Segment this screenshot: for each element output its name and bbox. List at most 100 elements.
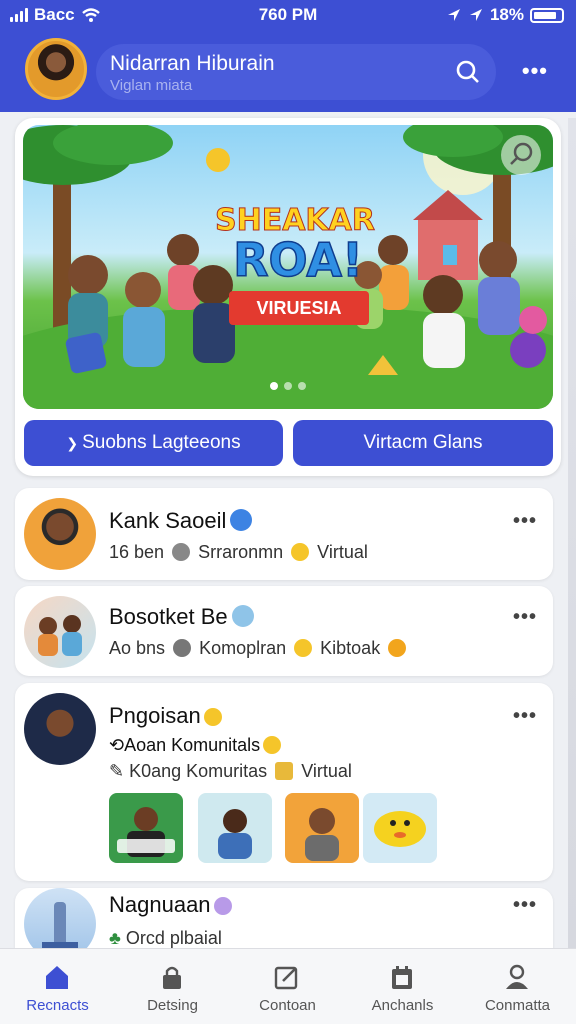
nav-label-home: Recnacts bbox=[26, 997, 89, 1014]
clock-icon bbox=[172, 543, 191, 561]
list-item[interactable]: Kank Saoeil 16 ben Srraronmn Virtual ••• bbox=[15, 488, 553, 580]
profile-name: Nidarran Hiburain bbox=[110, 52, 275, 75]
item-title-text: Kank Saoeil bbox=[109, 508, 227, 533]
item-line-2-mode: Virtual bbox=[301, 761, 352, 781]
battery-percent: 18% bbox=[489, 5, 524, 24]
avatar bbox=[24, 498, 96, 570]
virtacm-button[interactable]: Virtacm Glans bbox=[293, 420, 553, 466]
nav-label-anchanls: Anchanls bbox=[371, 997, 434, 1014]
user-avatar[interactable] bbox=[25, 38, 87, 100]
mask-icon bbox=[213, 897, 232, 915]
brush-icon bbox=[231, 605, 254, 627]
pencil-icon: ✎ bbox=[109, 761, 125, 781]
item-line-1: ⟲Aoan Komunitals bbox=[109, 735, 284, 756]
edit-icon bbox=[274, 966, 298, 990]
refresh-icon: ⟲ bbox=[109, 735, 125, 755]
banner-title-main: ROA! bbox=[232, 232, 363, 288]
suobns-button[interactable]: ❯ Suobns Lagteeons bbox=[24, 420, 283, 466]
photo-thumbnail-icon bbox=[305, 808, 339, 861]
nav-label-detsing: Detsing bbox=[147, 997, 198, 1014]
profile-subtitle: Viglan miata bbox=[110, 77, 193, 94]
item-line-2-text: K0ang Komuritas bbox=[129, 761, 268, 781]
item-meta-type: Komoplran bbox=[199, 638, 287, 658]
item-more-icon[interactable]: ••• bbox=[513, 510, 537, 533]
item-line-1-text: Aoan Komunitals bbox=[124, 735, 261, 755]
smile-icon bbox=[263, 736, 282, 754]
nav-item-anchanls[interactable]: Anchanls bbox=[345, 949, 460, 1024]
item-line-2: ✎ K0ang Komuritas Virtual bbox=[109, 761, 352, 782]
calendar-icon bbox=[392, 966, 412, 989]
bottom-nav: Recnacts Detsing Contoan Anchanls Conmat… bbox=[0, 948, 576, 1024]
virtacm-button-label: Virtacm Glans bbox=[363, 432, 483, 453]
zoom-button[interactable] bbox=[501, 135, 541, 175]
item-meta-mode: Virtual bbox=[317, 542, 368, 562]
video-thumbnail-icon bbox=[117, 807, 175, 857]
item-meta-count: 16 ben bbox=[109, 542, 165, 562]
group-photo-icon bbox=[38, 615, 82, 656]
item-more-icon[interactable]: ••• bbox=[513, 606, 537, 629]
magnify-icon bbox=[510, 142, 533, 165]
item-title-text: Nagnuaan bbox=[109, 892, 211, 917]
nav-label-contoan: Contoan bbox=[259, 997, 316, 1014]
featured-banner[interactable]: SHEAKAR ROA! VIRUESIA bbox=[23, 125, 553, 409]
nav-item-conmatta[interactable]: Conmatta bbox=[460, 949, 575, 1024]
tag-icon bbox=[173, 639, 192, 657]
media-thumbnail[interactable] bbox=[363, 793, 437, 863]
chevron-right-icon: ❯ bbox=[66, 435, 79, 451]
item-meta-type: Srraronmn bbox=[198, 542, 284, 562]
nav-label-conmatta: Conmatta bbox=[484, 997, 551, 1014]
leaf-icon: ♣ bbox=[109, 928, 121, 948]
item-more-icon[interactable]: ••• bbox=[513, 894, 537, 917]
media-thumbnail[interactable] bbox=[285, 793, 359, 863]
item-meta: Ao bns Komoplran Kibtoak bbox=[109, 638, 409, 659]
nav-item-detsing[interactable]: Detsing bbox=[115, 949, 230, 1024]
item-title-text: Pngoisan bbox=[109, 703, 201, 728]
media-thumbnail[interactable] bbox=[198, 793, 272, 863]
item-meta: ♣ Orcd plbaial bbox=[109, 928, 222, 949]
item-meta-count: Ao bns bbox=[109, 638, 166, 658]
search-icon[interactable] bbox=[454, 58, 482, 86]
location-icon bbox=[447, 9, 460, 21]
item-title-text: Bosotket Be bbox=[109, 604, 228, 629]
carousel-dot[interactable] bbox=[284, 382, 292, 390]
emoji-icon bbox=[388, 639, 407, 657]
home-icon bbox=[46, 966, 68, 989]
avatar bbox=[24, 693, 96, 765]
battery-icon bbox=[530, 7, 564, 23]
list-item[interactable]: Bosotket Be Ao bns Komoplran Kibtoak ••• bbox=[15, 586, 553, 676]
profile-pill[interactable]: Nidarran Hiburain Viglan miata bbox=[96, 44, 496, 100]
smile-icon bbox=[291, 543, 310, 561]
item-meta: 16 ben Srraronmn Virtual bbox=[109, 542, 368, 563]
nav-item-home[interactable]: Recnacts bbox=[0, 949, 115, 1024]
nav-item-contoan[interactable]: Contoan bbox=[230, 949, 345, 1024]
item-title: Nagnuaan bbox=[109, 892, 235, 918]
carousel-dots[interactable] bbox=[23, 377, 553, 395]
list-item[interactable]: Pngoisan ⟲Aoan Komunitals ✎ K0ang Komuri… bbox=[15, 683, 553, 881]
media-thumbnail[interactable] bbox=[109, 793, 183, 863]
item-title: Pngoisan bbox=[109, 703, 225, 729]
app-header: Bacc 760 PM 18% Nidarran Hiburain Viglan… bbox=[0, 0, 576, 112]
person-icon bbox=[506, 964, 528, 989]
featured-card: SHEAKAR ROA! VIRUESIA ❯ Suobns Lagteeons … bbox=[15, 118, 561, 476]
item-meta-mode: Kibtoak bbox=[320, 638, 381, 658]
item-meta-text: Orcd plbaial bbox=[125, 928, 222, 948]
carousel-dot[interactable] bbox=[270, 382, 278, 390]
smile-icon bbox=[203, 708, 222, 726]
banner-ribbon: VIRUESIA bbox=[229, 291, 369, 325]
lock-icon bbox=[163, 966, 181, 989]
sticker-thumbnail-icon bbox=[374, 811, 426, 847]
item-title: Kank Saoeil bbox=[109, 508, 253, 534]
avatar bbox=[24, 596, 96, 668]
suobns-button-label: Suobns Lagteeons bbox=[82, 432, 241, 453]
verified-icon bbox=[230, 509, 253, 531]
carousel-dot[interactable] bbox=[298, 382, 306, 390]
item-more-icon[interactable]: ••• bbox=[513, 705, 537, 728]
photo-thumbnail-icon bbox=[218, 809, 252, 859]
location-icon-secondary bbox=[469, 9, 482, 21]
status-bar: Bacc 760 PM 18% bbox=[0, 4, 576, 26]
item-title: Bosotket Be bbox=[109, 604, 254, 630]
hand-icon bbox=[275, 762, 294, 780]
scroll-edge bbox=[568, 118, 576, 948]
more-options-icon[interactable]: ••• bbox=[522, 58, 548, 84]
smile-icon bbox=[294, 639, 313, 657]
